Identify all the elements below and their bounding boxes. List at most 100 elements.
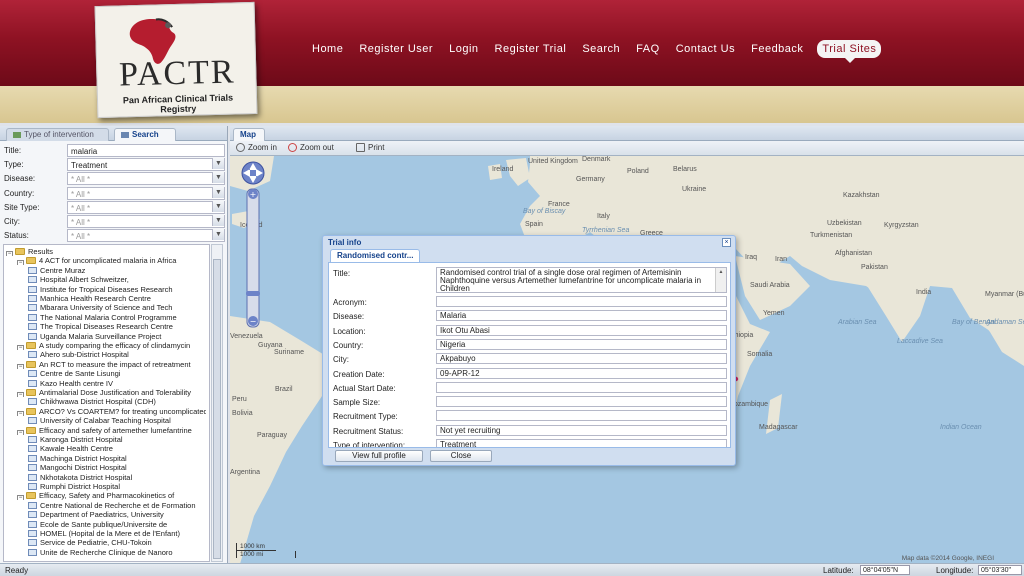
field-value[interactable] — [436, 381, 727, 393]
svg-text:−: − — [250, 317, 257, 326]
collapse-toggle-icon[interactable]: − — [17, 392, 24, 397]
tree-leaf[interactable]: Unite de Recherche Clinique de Nanoro — [28, 548, 206, 557]
filter-select[interactable]: * All * — [67, 186, 225, 200]
tree-leaf[interactable]: Mangochi District Hospital — [28, 463, 206, 472]
field-value[interactable]: Not yet recruiting — [436, 424, 727, 436]
close-icon[interactable]: × — [722, 238, 731, 247]
field-value[interactable]: Randomised control trial of a single dos… — [436, 267, 727, 293]
field-value[interactable]: Akpabuyo — [436, 353, 727, 365]
collapse-toggle-icon[interactable]: − — [17, 345, 24, 350]
collapse-toggle-icon[interactable]: − — [17, 410, 24, 416]
map-label: Turkmenistan — [810, 232, 853, 239]
tree-leaf[interactable]: University of Calabar Teaching Hospital — [28, 416, 206, 425]
tree-leaf[interactable]: Manhica Health Research Centre — [28, 294, 206, 303]
dialog-tab[interactable]: Randomised contr... — [330, 249, 421, 262]
print-button[interactable]: Print — [356, 143, 384, 152]
tree-leaf[interactable]: Rumphi District Hospital — [28, 482, 206, 491]
collapse-toggle-icon[interactable]: − — [6, 251, 13, 256]
pactr-logo[interactable]: PACTR Pan African Clinical Trials Regist… — [94, 1, 258, 119]
chevron-down-icon[interactable]: ▼ — [212, 158, 224, 170]
filter-select[interactable]: Treatment — [67, 158, 225, 172]
chevron-down-icon[interactable]: ▼ — [212, 200, 224, 212]
tree-folder[interactable]: − Efficacy, Safety and Pharmacokinetics o… — [17, 491, 206, 501]
tab-type-of-intervention[interactable]: Type of intervention — [6, 128, 109, 141]
field-value[interactable] — [436, 410, 727, 422]
tree-label: Department of Paediatrics, University — [40, 510, 164, 520]
tree-label: Kawale Health Centre — [40, 444, 113, 454]
collapse-toggle-icon[interactable]: − — [17, 363, 24, 369]
tree-leaf[interactable]: Machinga District Hospital — [28, 454, 206, 463]
field-value[interactable]: Treatment — [436, 439, 727, 447]
collapse-toggle-icon[interactable]: − — [17, 495, 24, 501]
chevron-down-icon[interactable]: ▼ — [212, 215, 224, 226]
field-label: Sample Size: — [333, 398, 381, 408]
filter-select[interactable]: * All * — [67, 172, 225, 186]
tree-leaf[interactable]: Chikhwawa District Hospital (CDH) — [28, 397, 206, 406]
tree-folder[interactable]: − Efficacy and safety of artemether lumef… — [17, 426, 206, 435]
field-value[interactable]: Nigeria — [436, 338, 727, 350]
field-value[interactable]: 09-APR-12 — [436, 367, 727, 379]
nav-faq[interactable]: FAQ — [628, 40, 668, 58]
close-button[interactable]: Close — [430, 450, 492, 462]
tree-folder[interactable]: − Antimalarial Dose Justification and Tol… — [17, 388, 206, 397]
tree-leaf[interactable]: Hospital Albert Schweitzer, — [28, 275, 206, 284]
tree-leaf[interactable]: HOMEL (Hopital de la Mere et de l'Enfant… — [28, 529, 206, 538]
tree-folder[interactable]: − A study comparing the efficacy of clind… — [17, 341, 206, 350]
results-scrollbar[interactable] — [211, 244, 223, 562]
view-full-profile-button[interactable]: View full profile — [335, 450, 423, 462]
tree-leaf[interactable]: Institute for Tropical Diseases Research — [28, 285, 206, 294]
tab-search[interactable]: Search — [114, 128, 176, 141]
nav-contact-us[interactable]: Contact Us — [668, 40, 743, 58]
tree-folder[interactable]: − 4 ACT for uncomplicated malaria in Afri… — [17, 256, 206, 266]
tree-label: Centre Muraz — [40, 265, 86, 275]
collapse-toggle-icon[interactable]: − — [17, 429, 24, 435]
tree-leaf[interactable]: Nkhotakota District Hospital — [28, 473, 206, 482]
field-value[interactable] — [436, 396, 727, 408]
tree-leaf[interactable]: The National Malaria Control Programme — [28, 313, 206, 322]
tree-leaf[interactable]: Service de Pediatrie, CHU-Tokoin — [28, 538, 206, 547]
tree-folder[interactable]: − Results — [6, 247, 206, 256]
site-icon — [28, 323, 37, 331]
tree-leaf[interactable]: Ahero sub-District Hospital — [28, 350, 206, 359]
zoom-out-button[interactable]: Zoom out — [288, 143, 334, 152]
field-scrollbar[interactable]: ▲▼ — [715, 268, 726, 292]
filter-select[interactable]: * All * — [67, 200, 225, 214]
filter-select[interactable]: * All * — [67, 215, 225, 228]
tab-map[interactable]: Map — [233, 128, 265, 141]
tree-leaf[interactable]: The Tropical Diseases Research Centre — [28, 322, 206, 331]
field-value[interactable]: Malaria — [436, 310, 727, 322]
tree-leaf[interactable]: Kazo Health centre IV — [28, 379, 206, 388]
nav-login[interactable]: Login — [441, 40, 486, 58]
chevron-down-icon[interactable]: ▼ — [212, 229, 224, 241]
nav-search[interactable]: Search — [574, 40, 628, 58]
field-value[interactable] — [436, 296, 727, 307]
tree-leaf[interactable]: Mbarara University of Science and Tech — [28, 303, 206, 312]
tree-leaf[interactable]: Karonga District Hospital — [28, 435, 206, 444]
title-input[interactable]: malaria — [67, 144, 225, 157]
collapse-toggle-icon[interactable]: − — [17, 260, 24, 266]
nav-feedback[interactable]: Feedback — [743, 40, 811, 58]
tree-leaf[interactable]: Centre de Sante Lisungi — [28, 369, 206, 378]
nav-home[interactable]: Home — [304, 40, 351, 58]
field-value[interactable]: Ikot Otu Abasi — [436, 324, 727, 336]
tree-folder[interactable]: − An RCT to measure the impact of retreat… — [17, 360, 206, 369]
filter-select[interactable]: * All * — [67, 229, 225, 243]
tree-leaf[interactable]: Kawale Health Centre — [28, 444, 206, 453]
map-label: Andaman Sea — [986, 319, 1024, 326]
tree-leaf[interactable]: Centre Muraz — [28, 266, 206, 275]
nav-register-user[interactable]: Register User — [351, 40, 441, 58]
field-label: Recruitment Status: — [333, 426, 404, 436]
chevron-down-icon[interactable]: ▼ — [212, 172, 224, 184]
tree-label: Uganda Malaria Surveillance Project — [40, 331, 162, 341]
tree-leaf[interactable]: Department of Paediatrics, University — [28, 510, 206, 519]
tree-leaf[interactable]: Uganda Malaria Surveillance Project — [28, 332, 206, 341]
map-zoom-control[interactable]: + − — [236, 161, 270, 331]
tree-leaf[interactable]: Ecole de Sante publique/Universite de — [28, 520, 206, 529]
tree-leaf[interactable]: Centre National de Recherche et de Forma… — [28, 501, 206, 510]
nav-trial-sites[interactable]: Trial Sites — [817, 40, 882, 63]
nav-register-trial[interactable]: Register Trial — [487, 40, 575, 58]
chevron-down-icon[interactable]: ▼ — [212, 186, 224, 198]
scrollbar-thumb[interactable] — [213, 259, 221, 559]
zoom-in-button[interactable]: Zoom in — [236, 143, 277, 152]
tree-folder[interactable]: − ARCO? Vs COARTEM? for treating uncompli… — [17, 407, 206, 416]
